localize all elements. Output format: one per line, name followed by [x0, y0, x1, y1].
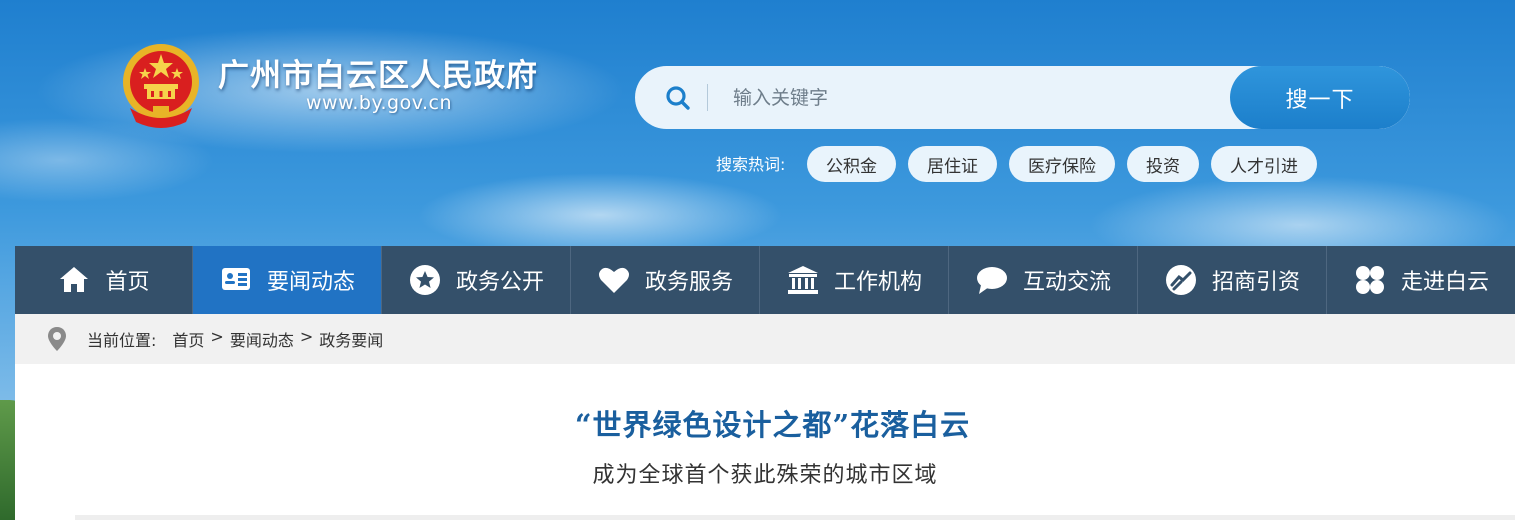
breadcrumb-prefix: 当前位置:: [87, 331, 157, 350]
heart-icon: [598, 267, 629, 293]
nav-item-label: 要闻动态: [266, 270, 355, 295]
breadcrumb-link-news[interactable]: 要闻动态: [230, 327, 294, 351]
hot-tag-residence-permit[interactable]: 居住证: [908, 146, 997, 182]
news-card-icon: [221, 268, 250, 290]
breadcrumb-separator: >: [299, 327, 314, 346]
nav-item-gov-disclosure[interactable]: 政务公开: [382, 246, 571, 314]
nav-item-investment[interactable]: 招商引资: [1138, 246, 1327, 314]
breadcrumb: 当前位置: 首页 > 要闻动态 > 政务要闻: [15, 314, 1515, 364]
hot-search-label: 搜索热词:: [716, 155, 786, 174]
site-url[interactable]: www.by.gov.cn: [306, 92, 452, 114]
article-divider: [75, 515, 1515, 520]
nav-item-news[interactable]: 要闻动态: [193, 246, 382, 314]
nav-item-home[interactable]: 首页: [15, 246, 193, 314]
search-divider: [707, 84, 708, 111]
breadcrumb-link-gov-news[interactable]: 政务要闻: [319, 327, 383, 351]
hot-tag-housing-fund[interactable]: 公积金: [807, 146, 896, 182]
handshake-icon: [1165, 265, 1196, 295]
building-icon: [787, 266, 818, 294]
breadcrumb-text: 当前位置: 首页 > 要闻动态 > 政务要闻: [87, 327, 383, 351]
star-badge-icon: [409, 265, 440, 295]
hot-search-tags: 公积金 居住证 医疗保险 投资 人才引进: [807, 146, 1317, 182]
main-nav: 首页 要闻动态 政务公开 政务服务 工作机构 互动交流 招商引资 走进白云: [15, 246, 1515, 314]
national-emblem-icon[interactable]: [120, 42, 202, 128]
search-icon[interactable]: [665, 85, 691, 111]
search-input[interactable]: [719, 66, 1219, 129]
hot-tag-medical-insurance[interactable]: 医疗保险: [1009, 146, 1115, 182]
search-box: 搜一下: [635, 66, 1410, 129]
site-name[interactable]: 广州市白云区人民政府: [218, 50, 538, 95]
chat-bubble-icon: [976, 267, 1007, 294]
breadcrumb-separator: >: [210, 327, 224, 346]
grid-clover-icon: [1355, 266, 1384, 294]
article-subtitle: 成为全球首个获此殊荣的城市区域: [592, 463, 938, 488]
hot-tag-investment[interactable]: 投资: [1127, 146, 1199, 182]
nav-item-label: 招商引资: [1211, 270, 1300, 295]
nav-item-about-baiyun[interactable]: 走进白云: [1327, 246, 1515, 314]
nav-item-gov-services[interactable]: 政务服务: [571, 246, 760, 314]
nav-item-label: 走进白云: [1400, 270, 1489, 295]
nav-item-label: 政务公开: [455, 270, 544, 295]
nav-item-label: 工作机构: [833, 270, 922, 295]
breadcrumb-link-home[interactable]: 首页: [172, 327, 204, 351]
hot-tag-talent[interactable]: 人才引进: [1211, 146, 1317, 182]
home-icon: [60, 267, 89, 292]
nav-item-label: 政务服务: [644, 270, 733, 295]
location-pin-icon: [48, 327, 66, 351]
nav-item-label: 互动交流: [1022, 270, 1111, 295]
nav-item-interaction[interactable]: 互动交流: [949, 246, 1138, 314]
nav-item-agencies[interactable]: 工作机构: [760, 246, 949, 314]
search-button[interactable]: 搜一下: [1230, 66, 1410, 129]
article-title: “世界绿色设计之都”花落白云: [574, 408, 971, 442]
nav-item-label: 首页: [105, 270, 150, 295]
